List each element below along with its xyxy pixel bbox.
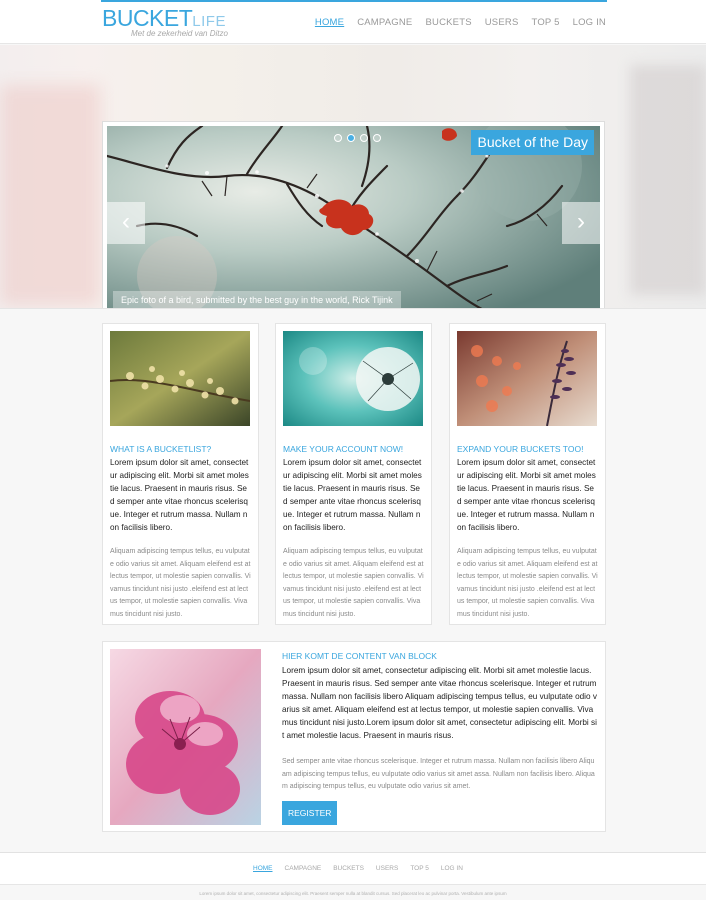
card-title: WHAT IS A BUCKETLIST? — [110, 444, 212, 454]
feature-card: EXPAND YOUR BUCKETS TOO! Lorem ipsum dol… — [449, 323, 606, 625]
hero-background-decoration — [0, 85, 100, 305]
feature-card: MAKE YOUR ACCOUNT NOW! Lorem ipsum dolor… — [275, 323, 432, 625]
slider-dot[interactable] — [334, 134, 342, 142]
slider-dot-active[interactable] — [347, 134, 355, 142]
footer-nav-campagne[interactable]: CAMPAGNE — [285, 865, 322, 872]
slide-image: Bucket of the Day ‹ › Epic foto of a bir… — [107, 126, 600, 308]
site-footer: HOME CAMPAGNE BUCKETS USERS TOP 5 LOG IN — [0, 852, 706, 885]
card-image-lavender — [457, 331, 597, 427]
card-body-text: Aliquam adipiscing tempus tellus, eu vul… — [457, 548, 598, 618]
feature-cards: WHAT IS A BUCKETLIST? Lorem ipsum dolor … — [102, 323, 606, 625]
site-header: BUCKETLIFE Met de zekerheid van Ditzo HO… — [0, 0, 706, 44]
slider-dot[interactable] — [360, 134, 368, 142]
nav-campagne[interactable]: CAMPAGNE — [357, 17, 412, 28]
block-text-content: HIER KOMT DE CONTENT VAN BLOCK Lorem ips… — [282, 651, 597, 794]
card-title: MAKE YOUR ACCOUNT NOW! — [283, 444, 404, 454]
card-lead-text: Lorem ipsum dolor sit amet, consectetur … — [457, 458, 596, 532]
block-image-blossom — [110, 649, 261, 825]
content-block: HIER KOMT DE CONTENT VAN BLOCK Lorem ips… — [102, 641, 606, 832]
footer-nav-home[interactable]: HOME — [253, 865, 273, 872]
card-image-branch — [109, 331, 251, 426]
card-title: EXPAND YOUR BUCKETS TOO! — [457, 444, 584, 454]
slider-dots — [334, 134, 381, 142]
chevron-left-icon: ‹ — [122, 208, 130, 235]
card-body-text: Aliquam adipiscing tempus tellus, eu vul… — [283, 548, 424, 618]
nav-buckets[interactable]: BUCKETS — [425, 17, 471, 28]
chevron-right-icon: › — [577, 208, 585, 235]
main-nav: HOME CAMPAGNE BUCKETS USERS TOP 5 LOG IN — [315, 17, 606, 28]
block-body-text: Sed semper ante vitae rhoncus scelerisqu… — [282, 758, 595, 790]
nav-home[interactable]: HOME — [315, 17, 344, 28]
block-title: HIER KOMT DE CONTENT VAN BLOCK — [282, 651, 437, 661]
register-button[interactable]: REGISTER — [282, 801, 338, 825]
card-lead-text: Lorem ipsum dolor sit amet, consectetur … — [110, 458, 249, 532]
card-image-dandelion — [283, 331, 423, 426]
nav-users[interactable]: USERS — [485, 17, 519, 28]
footer-nav-users[interactable]: USERS — [376, 865, 398, 872]
block-lead-text: Lorem ipsum dolor sit amet, consectetur … — [282, 666, 597, 740]
slider-next-button[interactable]: › — [562, 202, 600, 244]
footer-nav: HOME CAMPAGNE BUCKETS USERS TOP 5 LOG IN — [253, 865, 463, 872]
logo-main-text: BUCKET — [102, 5, 193, 31]
card-body-text: Aliquam adipiscing tempus tellus, eu vul… — [110, 548, 251, 618]
logo-tagline: Met de zekerheid van Ditzo — [131, 29, 228, 38]
card-lead-text: Lorem ipsum dolor sit amet, consectetur … — [283, 458, 422, 532]
footer-nav-top5[interactable]: TOP 5 — [410, 865, 429, 872]
slider-prev-button[interactable]: ‹ — [107, 202, 145, 244]
footer-nav-login[interactable]: LOG IN — [441, 865, 463, 872]
slider-dot[interactable] — [373, 134, 381, 142]
bucket-of-the-day-badge: Bucket of the Day — [471, 130, 594, 155]
header-accent-line — [101, 0, 607, 2]
nav-login[interactable]: LOG IN — [573, 17, 606, 28]
hero-background-decoration — [630, 65, 706, 295]
logo-accent-text: LIFE — [192, 13, 226, 30]
nav-top5[interactable]: TOP 5 — [531, 17, 559, 28]
copyright-text: Lorem ipsum dolor sit amet, consectetur … — [199, 891, 507, 896]
footer-nav-buckets[interactable]: BUCKETS — [333, 865, 364, 872]
site-logo[interactable]: BUCKETLIFE Met de zekerheid van Ditzo — [102, 5, 228, 39]
slide-caption: Epic foto of a bird, submitted by the be… — [113, 291, 401, 308]
image-slider: Bucket of the Day ‹ › Epic foto of a bir… — [102, 121, 605, 308]
feature-card: WHAT IS A BUCKETLIST? Lorem ipsum dolor … — [102, 323, 259, 625]
hero-section: Bucket of the Day ‹ › Epic foto of a bir… — [0, 45, 706, 309]
